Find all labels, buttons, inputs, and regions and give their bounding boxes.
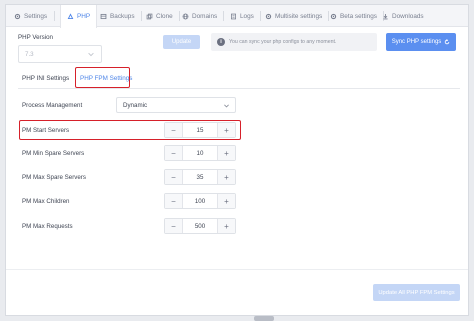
tab-label: Multisite settings bbox=[275, 12, 323, 20]
tab-divider bbox=[54, 11, 56, 21]
decrement-button[interactable]: − bbox=[165, 146, 183, 160]
tab-multisite-settings[interactable]: Multisite settings bbox=[265, 5, 330, 27]
tab-label: Clone bbox=[156, 12, 173, 20]
gear-icon bbox=[14, 13, 21, 20]
gear-icon bbox=[265, 13, 272, 20]
stepper-value[interactable]: 35 bbox=[183, 170, 217, 184]
increment-button[interactable]: + bbox=[217, 123, 235, 137]
tab-divider bbox=[259, 11, 261, 21]
tab-label: PHP bbox=[77, 13, 91, 20]
info-icon: i bbox=[217, 38, 225, 46]
process-management-label: Process Management bbox=[22, 102, 83, 109]
pm-max-requests-stepper[interactable]: − 500 + bbox=[164, 218, 236, 234]
footer-divider bbox=[6, 269, 468, 270]
pm-min-spare-servers-label: PM Min Spare Servers bbox=[22, 150, 85, 157]
tab-label: Settings bbox=[24, 12, 48, 20]
pm-start-servers-label: PM Start Servers bbox=[22, 127, 70, 134]
process-management-select[interactable]: Dynamic bbox=[116, 97, 236, 113]
download-icon bbox=[382, 13, 389, 20]
process-management-value: Dynamic bbox=[123, 101, 148, 109]
pm-min-spare-servers-stepper[interactable]: − 10 + bbox=[164, 145, 236, 161]
subtabs-divider bbox=[18, 88, 460, 89]
refresh-icon bbox=[445, 39, 450, 45]
stepper-value[interactable]: 15 bbox=[183, 123, 217, 137]
tab-beta-settings[interactable]: Beta settings bbox=[330, 5, 384, 27]
decrement-button[interactable]: − bbox=[165, 219, 183, 233]
pm-start-servers-stepper[interactable]: − 15 + bbox=[164, 122, 236, 138]
tab-divider bbox=[140, 11, 142, 21]
increment-button[interactable]: + bbox=[217, 194, 235, 208]
pm-max-spare-servers-label: PM Max Spare Servers bbox=[22, 174, 86, 181]
document-icon bbox=[230, 13, 237, 20]
site-settings-panel: Settings PHP Backups Clone Domains Logs bbox=[5, 4, 469, 316]
increment-button[interactable]: + bbox=[217, 146, 235, 160]
update-all-php-fpm-settings-button[interactable]: Update All PHP FPM Settings bbox=[373, 284, 460, 301]
php-version-value: 7.3 bbox=[25, 50, 34, 58]
globe-icon bbox=[182, 13, 189, 20]
decrement-button[interactable]: − bbox=[165, 194, 183, 208]
tab-label: Downloads bbox=[392, 12, 424, 20]
tab-backups[interactable]: Backups bbox=[100, 5, 142, 27]
sync-info-notice: i You can sync your php configs to any m… bbox=[211, 33, 377, 51]
stepper-value[interactable]: 10 bbox=[183, 146, 217, 160]
php-version-label: PHP Version bbox=[18, 34, 53, 41]
increment-button[interactable]: + bbox=[217, 170, 235, 184]
chevron-down-icon bbox=[224, 104, 229, 108]
stepper-value[interactable]: 100 bbox=[183, 194, 217, 208]
sync-info-text: You can sync your php configs to any mom… bbox=[229, 39, 337, 45]
tab-label: Domains bbox=[192, 12, 218, 20]
backup-icon bbox=[100, 13, 107, 20]
sync-button-label: Sync PHP settings bbox=[391, 39, 442, 45]
pm-max-spare-servers-stepper[interactable]: − 35 + bbox=[164, 169, 236, 185]
tab-divider bbox=[223, 11, 225, 21]
tab-clone[interactable]: Clone bbox=[146, 5, 180, 27]
tab-label: Beta settings bbox=[340, 12, 377, 20]
pm-max-children-label: PM Max Children bbox=[22, 198, 70, 205]
subtab-php-ini-settings[interactable]: PHP INI Settings bbox=[22, 75, 69, 82]
tab-settings[interactable]: Settings bbox=[14, 5, 56, 27]
chevron-down-icon bbox=[88, 52, 94, 57]
tab-downloads[interactable]: Downloads bbox=[382, 5, 424, 27]
tab-label: Logs bbox=[240, 12, 254, 20]
horizontal-scrollbar-thumb[interactable] bbox=[254, 316, 274, 321]
tab-php[interactable]: PHP bbox=[60, 5, 98, 28]
tab-divider bbox=[178, 11, 180, 21]
sync-php-settings-button[interactable]: Sync PHP settings bbox=[386, 33, 456, 51]
fpm-tab-highlight-box bbox=[75, 67, 130, 88]
php-icon bbox=[67, 13, 74, 20]
update-php-version-button[interactable]: Update bbox=[163, 35, 200, 49]
gear-icon bbox=[330, 13, 337, 20]
decrement-button[interactable]: − bbox=[165, 170, 183, 184]
tab-domains[interactable]: Domains bbox=[182, 5, 225, 27]
pm-max-children-stepper[interactable]: − 100 + bbox=[164, 193, 236, 209]
tab-logs[interactable]: Logs bbox=[230, 5, 261, 27]
increment-button[interactable]: + bbox=[217, 219, 235, 233]
pm-max-requests-label: PM Max Requests bbox=[22, 223, 73, 230]
php-version-select[interactable]: 7.3 bbox=[18, 45, 102, 63]
tab-label: Backups bbox=[110, 12, 135, 20]
settings-tabbar: Settings PHP Backups Clone Domains Logs bbox=[6, 5, 468, 28]
clone-icon bbox=[146, 13, 153, 20]
decrement-button[interactable]: − bbox=[165, 123, 183, 137]
stepper-value[interactable]: 500 bbox=[183, 219, 217, 233]
